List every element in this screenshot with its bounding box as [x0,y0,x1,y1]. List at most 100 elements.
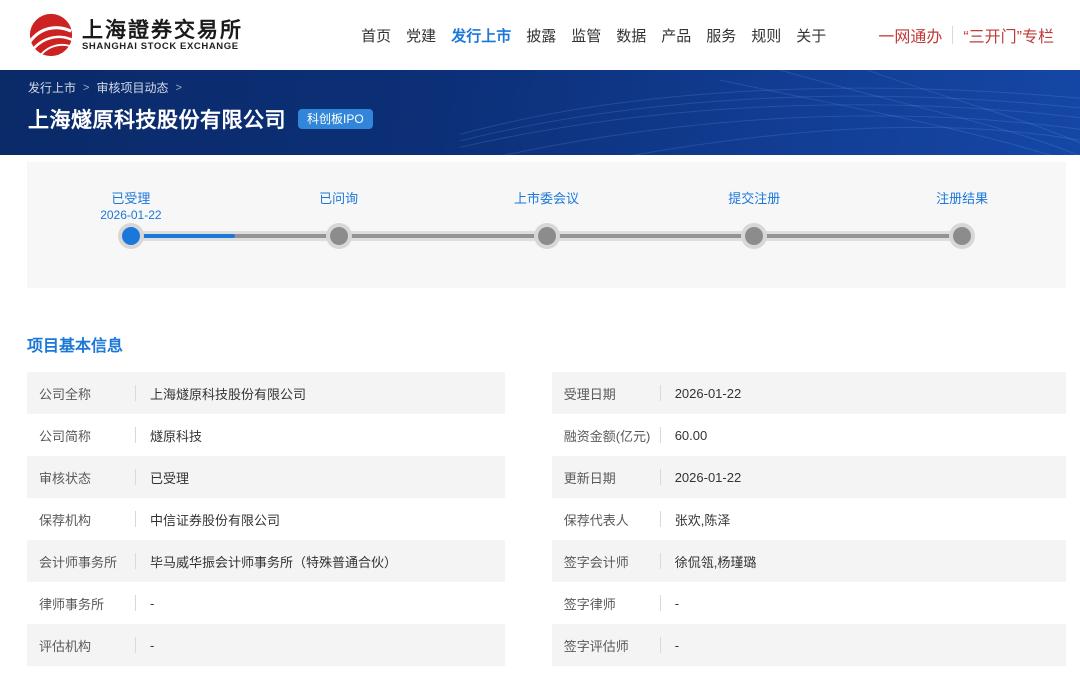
info-row-value: - [674,637,680,653]
quick-links: 一网通办 “三开门”专栏 [878,23,1054,47]
page-title: 上海燧原科技股份有限公司 [28,109,286,132]
nav-item-3[interactable]: 发行上市 [451,25,511,46]
info-row-label: 融资金额(亿元) [563,428,651,444]
info-row-value: 已受理 [150,470,190,486]
audit-timeline: 已受理 2026-01-22 已问询 上市委会议 提交注册 注册结果 [27,162,1066,288]
info-row-divider [659,385,661,401]
info-row-value: 2026-01-22 [674,385,742,401]
info-row-label: 签字会计师 [563,554,629,570]
info-row-value: 徐侃瓴,杨瑾璐 [674,554,757,570]
section-title-basic-info: 项目基本信息 [27,338,124,355]
timeline-step-label: 注册结果 [936,191,989,206]
timeline-step-label: 上市委会议 [513,191,579,206]
breadcrumb-item-fxss[interactable]: 发行上市 [28,79,76,96]
info-row-divider [659,553,661,569]
info-row-left-6: 律师事务所 - [27,582,505,624]
info-row-right-3: 更新日期 2026-01-22 [551,456,1066,498]
nav-item-1[interactable]: 首页 [361,25,391,46]
info-row-divider [135,385,136,401]
info-row-value: 上海燧原科技股份有限公司 [150,386,307,402]
breadcrumb-item-shxmdt[interactable]: 审核项目动态 [96,79,168,96]
info-row-right-2: 融资金额(亿元) 60.00 [552,414,1066,456]
info-row-right-6: 签字律师 - [552,582,1066,624]
info-row-divider [659,511,661,527]
info-row-label: 公司简称 [39,428,92,444]
info-row-divider [135,553,136,569]
timeline-step-label: 已问询 [319,191,359,206]
timeline-step-4: 提交注册 [674,162,834,249]
nav-item-8[interactable]: 服务 [706,25,736,46]
sse-logo[interactable]: 上海證券交易所 SHANGHAI STOCK EXCHANGE [28,12,243,58]
info-row-value: - [150,637,155,653]
info-row-value: 燧原科技 [150,428,203,444]
timeline-step-label: 已受理 [111,191,151,206]
breadcrumb: 发行上市 > 审核项目动态 > [28,79,1080,96]
info-row-divider [659,427,661,443]
info-row-divider [659,637,661,653]
timeline-step-5: 注册结果 [882,162,1042,249]
timeline-step-1: 已受理 2026-01-22 [51,162,211,249]
info-row-label: 审核状态 [39,470,92,486]
info-row-divider [135,595,136,611]
quick-link-yiwangtongban[interactable]: 一网通办 [878,23,942,47]
sse-logo-icon [28,13,73,57]
info-row-label: 保荐机构 [39,512,92,528]
info-row-label: 公司全称 [39,386,92,402]
quick-link-sankaimen[interactable]: “三开门”专栏 [963,23,1054,47]
quick-links-divider [952,26,954,44]
nav-item-5[interactable]: 监管 [571,25,601,46]
info-row-divider [135,511,136,527]
info-row-divider [659,469,661,485]
info-row-divider [135,637,136,653]
info-row-value: 毕马威华振会计师事务所（特殊普通合伙） [150,554,398,570]
info-row-value: 中信证券股份有限公司 [150,512,281,528]
info-row-right-4: 保荐代表人 张欢,陈泽 [552,498,1066,540]
timeline-step-dot [325,223,352,249]
nav-item-10[interactable]: 关于 [796,25,826,46]
nav-item-4[interactable]: 披露 [526,25,556,46]
info-row-left-5: 会计师事务所 毕马威华振会计师事务所（特殊普通合伙） [27,540,505,582]
info-row-divider [659,595,661,611]
breadcrumb-separator: > [175,81,182,94]
info-row-value: 60.00 [674,427,708,443]
nav-item-9[interactable]: 规则 [751,25,781,46]
info-row-left-7: 评估机构 - [27,624,505,666]
info-row-label: 会计师事务所 [39,554,118,570]
info-row-label: 更新日期 [563,470,616,486]
info-row-divider [135,427,136,443]
logo-text-cn: 上海證券交易所 [82,16,243,42]
sse-logo-text: 上海證券交易所 SHANGHAI STOCK EXCHANGE [82,18,243,52]
info-row-value: - [150,595,155,611]
board-badge: 科创板IPO [298,108,373,130]
info-row-label: 保荐代表人 [563,512,629,528]
timeline-step-dot [117,223,144,249]
info-row-divider [135,469,136,485]
top-header: 上海證券交易所 SHANGHAI STOCK EXCHANGE 首页 党建 发行上市… [0,0,1080,70]
info-row-label: 律师事务所 [39,596,105,612]
info-row-left-3: 审核状态 已受理 [27,456,505,498]
timeline-step-label: 提交注册 [728,191,781,206]
info-row-left-4: 保荐机构 中信证券股份有限公司 [27,498,505,540]
page-banner: 发行上市 > 审核项目动态 > 上海燧原科技股份有限公司 科创板IPO [0,70,1080,155]
info-row-label: 评估机构 [39,638,92,654]
logo-text-en: SHANGHAI STOCK EXCHANGE [82,41,239,53]
project-info-tables: 公司全称 上海燧原科技股份有限公司公司简称 燧原科技审核状态 已受理保荐机构 中信证券股… [27,372,1066,666]
timeline-step-date: 2026-01-22 [100,208,162,222]
nav-item-6[interactable]: 数据 [616,25,646,46]
info-row-right-1: 受理日期 2026-01-22 [551,372,1066,414]
timeline-progress [130,234,235,238]
nav-item-7[interactable]: 产品 [661,25,691,46]
timeline-step-dot [741,223,768,249]
info-row-label: 受理日期 [563,386,616,402]
nav-item-2[interactable]: 党建 [406,25,436,46]
info-row-right-7: 签字评估师 - [551,624,1066,666]
info-row-right-5: 签字会计师 徐侃瓴,杨瑾璐 [551,540,1066,582]
info-row-label: 签字评估师 [563,638,629,654]
timeline-step-2: 已问询 [259,162,419,249]
timeline-step-dot [949,223,976,249]
info-row-value: - [674,595,680,611]
info-table-left: 公司全称 上海燧原科技股份有限公司公司简称 燧原科技审核状态 已受理保荐机构 中信证券股… [27,372,505,666]
main-nav: 首页 党建 发行上市 披露 监管 数据 产品 服务 规则 关于 [361,25,826,46]
timeline-step-dot [533,223,560,249]
info-row-left-1: 公司全称 上海燧原科技股份有限公司 [27,372,505,414]
